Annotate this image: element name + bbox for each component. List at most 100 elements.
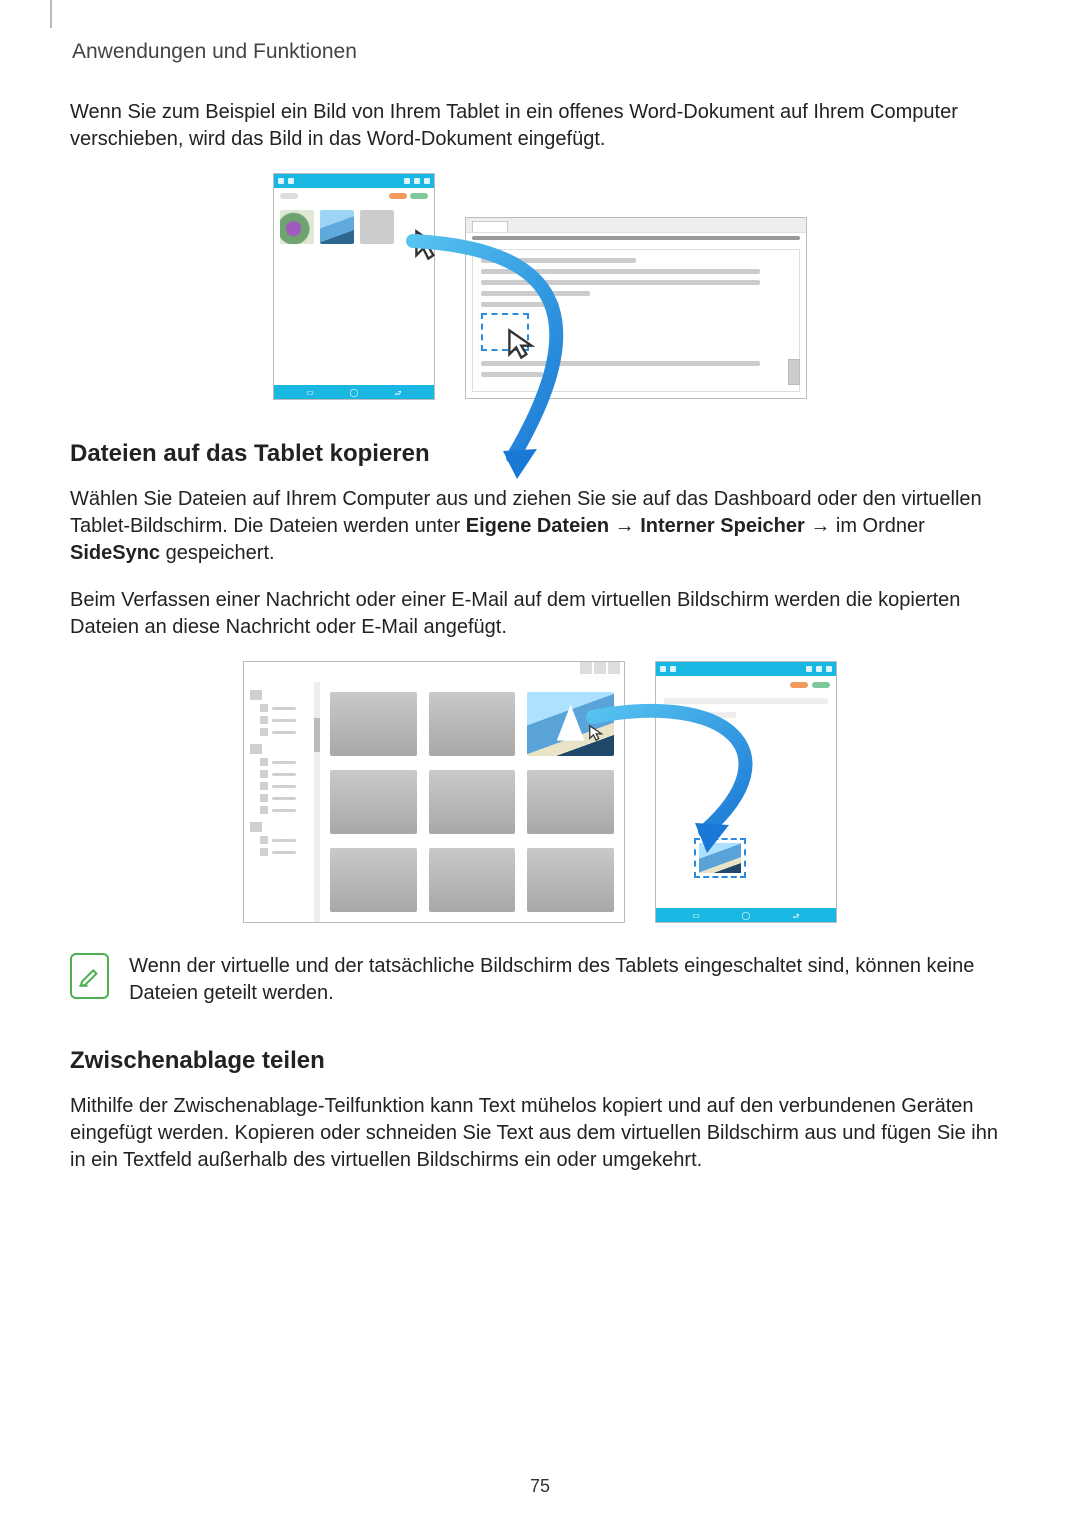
- tablet-titlebar: [656, 662, 836, 676]
- doc-tabbar: [466, 218, 806, 233]
- gallery-thumb-flower: [280, 210, 314, 244]
- window-control: [608, 662, 620, 674]
- toolbar-action: [812, 682, 830, 688]
- cursor-icon: [588, 724, 606, 742]
- tree-folder-icon: [250, 744, 262, 754]
- compose-area: [656, 708, 836, 908]
- note-text: Wenn der virtuelle und der tatsächliche …: [129, 953, 1010, 1007]
- tablet-gallery: [274, 204, 434, 385]
- text-line: [481, 361, 760, 366]
- path-interner-speicher: Interner Speicher: [640, 515, 805, 537]
- manual-page: Anwendungen und Funktionen Wenn Sie zum …: [0, 0, 1080, 1527]
- heading-share-clipboard: Zwischenablage teilen: [70, 1047, 1010, 1075]
- tree-item: [260, 848, 308, 856]
- back-icon: ⮐: [393, 388, 403, 396]
- file-tile: [330, 770, 417, 834]
- toolbar-action: [410, 193, 428, 199]
- tree-folder-icon: [250, 690, 262, 700]
- text-segment: im Ordner: [836, 515, 925, 537]
- text-line: [481, 280, 760, 285]
- tablet-toolbar: [274, 188, 434, 204]
- figure-drag-to-document: ▭ ◯ ⮐: [70, 173, 1010, 400]
- toolbar-item: [280, 193, 298, 199]
- page-edge-mark: [50, 0, 52, 28]
- text-line: [664, 712, 736, 718]
- minimize-icon: [404, 178, 410, 184]
- home-icon: ◯: [741, 911, 751, 919]
- explorer-titlebar: [244, 662, 624, 674]
- tablet-navbar: ▭ ◯ ⮐: [274, 385, 434, 399]
- tree-item: [260, 782, 308, 790]
- folder-sidesync: SideSync: [70, 542, 160, 564]
- share-clipboard-p1: Mithilfe der Zwischenablage-Teilfunktion…: [70, 1093, 1010, 1174]
- page-number: 75: [0, 1476, 1080, 1497]
- tablet-toolbar: [656, 676, 836, 694]
- copy-to-tablet-p2: Beim Verfassen einer Nachricht oder eine…: [70, 587, 1010, 641]
- maximize-icon: [816, 666, 822, 672]
- back-icon: ⮐: [791, 911, 801, 919]
- tree-item: [260, 758, 308, 766]
- cursor-icon: [501, 327, 545, 361]
- recent-apps-icon: ▭: [305, 388, 315, 396]
- image-drop-target: [481, 313, 529, 351]
- window-control: [580, 662, 592, 674]
- text-line: [481, 372, 543, 377]
- tree-item: [260, 704, 308, 712]
- tree-item: [260, 836, 308, 844]
- file-tile: [429, 692, 516, 756]
- scrollbar-thumb: [788, 359, 800, 385]
- dropped-photo: [699, 843, 741, 873]
- heading-copy-to-tablet: Dateien auf das Tablet kopieren: [70, 440, 1010, 468]
- chevron-down-icon: [660, 666, 666, 672]
- close-icon: [826, 666, 832, 672]
- toolbar-action: [790, 682, 808, 688]
- tree-folder-icon: [250, 822, 262, 832]
- folder-tree: [244, 682, 314, 922]
- maximize-icon: [414, 178, 420, 184]
- tree-item: [260, 716, 308, 724]
- file-tile: [429, 770, 516, 834]
- image-drop-target: [694, 838, 746, 878]
- tablet-navbar: ▭ ◯ ⮐: [656, 908, 836, 922]
- file-tile: [330, 692, 417, 756]
- window-control: [594, 662, 606, 674]
- file-tile: [330, 848, 417, 912]
- doc-page: [472, 249, 800, 392]
- tree-item: [260, 728, 308, 736]
- file-explorer-window: [243, 661, 625, 923]
- text-line: [481, 258, 636, 263]
- close-icon: [424, 178, 430, 184]
- path-eigene-dateien: Eigene Dateien: [466, 515, 609, 537]
- input-line: [664, 698, 828, 704]
- file-tile: [429, 848, 516, 912]
- text-line: [481, 302, 559, 307]
- note-block: Wenn der virtuelle und der tatsächliche …: [70, 953, 1010, 1007]
- tree-item: [260, 806, 308, 814]
- expand-icon: [670, 666, 676, 672]
- word-document-window: [465, 217, 807, 399]
- text-segment: gespeichert.: [160, 542, 275, 564]
- text-line: [481, 291, 590, 296]
- tree-item: [260, 794, 308, 802]
- figure-drag-to-tablet: ▭ ◯ ⮐: [70, 661, 1010, 923]
- arrow-separator: →: [805, 515, 836, 537]
- virtual-tablet-window: ▭ ◯ ⮐: [655, 661, 837, 923]
- chevron-down-icon: [278, 178, 284, 184]
- gallery-thumb-sky: [320, 210, 354, 244]
- copy-to-tablet-p1: Wählen Sie Dateien auf Ihrem Computer au…: [70, 486, 1010, 567]
- virtual-tablet-window: ▭ ◯ ⮐: [273, 173, 435, 400]
- arrow-separator: →: [609, 515, 640, 537]
- tablet-titlebar: [274, 174, 434, 188]
- note-pencil-icon: [70, 953, 109, 999]
- recent-apps-icon: ▭: [691, 911, 701, 919]
- file-tile: [527, 770, 614, 834]
- intro-paragraph: Wenn Sie zum Beispiel ein Bild von Ihrem…: [70, 99, 1010, 153]
- running-header: Anwendungen und Funktionen: [72, 40, 1010, 64]
- expand-icon: [288, 178, 294, 184]
- minimize-icon: [806, 666, 812, 672]
- tree-item: [260, 770, 308, 778]
- file-grid: [320, 682, 624, 922]
- file-tile: [527, 848, 614, 912]
- doc-ribbon: [472, 236, 800, 240]
- toolbar-action: [389, 193, 407, 199]
